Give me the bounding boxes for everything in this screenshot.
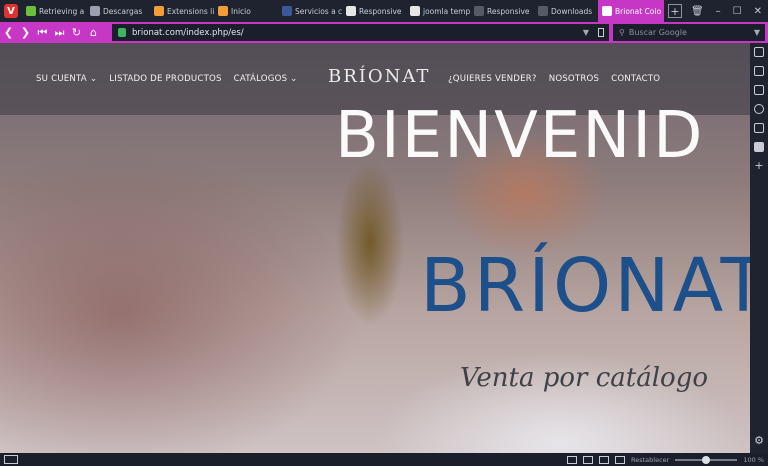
nav-listado-productos[interactable]: LISTADO DE PRODUCTOS	[109, 74, 221, 84]
brand-tagline: Venta por catálogo	[460, 363, 709, 393]
tab-list: Retrieving a Descargas Extensions li Inicio…	[22, 0, 664, 22]
tab-label: Downloads	[551, 6, 593, 16]
zoom-level: 100 %	[743, 455, 764, 464]
hero-title: BIENVENID	[335, 99, 705, 173]
site-logo[interactable]: BRÍONAT	[328, 66, 430, 87]
camera-icon[interactable]	[567, 455, 578, 464]
url-dropdown-icon[interactable]: ▼	[583, 28, 589, 37]
bookmarks-panel-icon[interactable]	[754, 47, 764, 57]
secure-lock-icon	[118, 28, 126, 37]
history-panel-icon[interactable]	[754, 104, 764, 114]
tab-label: Descargas	[103, 6, 143, 16]
tab-label: Responsive	[359, 6, 402, 16]
joomla-icon	[154, 6, 164, 16]
nav-contacto[interactable]: CONTACTO	[611, 74, 660, 84]
vivaldi-menu-button[interactable]: V	[0, 0, 22, 22]
green-globe-icon	[26, 6, 36, 16]
mountain-icon	[474, 6, 484, 16]
tab-9[interactable]: Brionat Colo	[598, 0, 664, 22]
forward-button[interactable]: ❯	[17, 22, 34, 43]
tab-8[interactable]: Downloads	[534, 0, 598, 22]
minimize-button[interactable]: –	[716, 6, 721, 17]
bookmark-icon[interactable]	[598, 28, 604, 37]
maximize-button[interactable]: ☐	[733, 6, 742, 17]
nav-nosotros[interactable]: NOSOTROS	[549, 74, 599, 84]
brand-logo: BRÍONAT	[420, 243, 750, 329]
tiling-icon[interactable]	[583, 455, 594, 464]
status-controls: Restablecer 100 %	[567, 453, 764, 466]
settings-gear-icon[interactable]: ⚙	[754, 434, 764, 447]
side-panel: + ⚙	[750, 43, 768, 453]
zoom-slider-knob[interactable]	[702, 455, 711, 464]
notes-panel-icon[interactable]	[754, 85, 764, 95]
search-icon: ⚲	[619, 28, 625, 37]
nav-su-cuenta[interactable]: SU CUENTA ⌄	[36, 74, 97, 84]
code-icon[interactable]	[615, 455, 626, 464]
nav-quieres-vender[interactable]: ¿QUIERES VENDER?	[448, 74, 537, 84]
tab-6[interactable]: joomla temp	[406, 0, 470, 22]
vivaldi-logo-icon: V	[4, 4, 18, 18]
github-icon	[410, 6, 420, 16]
tab-label: joomla temp	[423, 6, 470, 16]
rewind-button[interactable]: ⏮	[34, 22, 51, 43]
web-panel-icon[interactable]	[754, 142, 764, 152]
nav-catalogos[interactable]: CATÁLOGOS ⌄	[234, 74, 298, 84]
mountain-icon	[538, 6, 548, 16]
tab-2[interactable]: Extensions li	[150, 0, 214, 22]
url-field[interactable]: brionat.com/index.php/es/ ▼	[112, 24, 609, 41]
zoom-slider[interactable]	[675, 455, 738, 464]
tab-0[interactable]: Retrieving a	[22, 0, 86, 22]
tab-label: Servicios a co	[295, 6, 342, 16]
image-toggle-icon[interactable]	[599, 455, 610, 464]
add-panel-icon[interactable]: +	[754, 160, 764, 171]
close-button[interactable]: ✕	[754, 6, 762, 17]
site-nav-left: SU CUENTA ⌄ LISTADO DE PRODUCTOS CATÁLOG…	[36, 43, 298, 115]
tab-label: Brionat Colo	[615, 6, 662, 16]
window-panel-icon[interactable]	[754, 123, 764, 133]
downloads-panel-icon[interactable]	[754, 66, 764, 76]
fast-forward-button[interactable]: ⏭	[51, 22, 68, 43]
tab-label: Retrieving a	[39, 6, 85, 16]
tab-label: Inicio	[231, 6, 251, 16]
tab-5[interactable]: Responsive	[342, 0, 406, 22]
home-button[interactable]: ⌂	[85, 22, 102, 43]
joomla-icon	[218, 6, 228, 16]
search-engine-dropdown-icon[interactable]: ▼	[754, 28, 760, 37]
trash-icon[interactable]: 🗑	[691, 6, 704, 17]
tab-label: Extensions li	[167, 6, 214, 16]
facebook-icon	[282, 6, 292, 16]
page-content: SU CUENTA ⌄ LISTADO DE PRODUCTOS CATÁLOG…	[0, 43, 750, 453]
window-controls: 🗑 – ☐ ✕	[691, 0, 768, 22]
tab-3[interactable]: Inicio	[214, 0, 278, 22]
back-button[interactable]: ❮	[0, 22, 17, 43]
tab-label: Responsive	[487, 6, 530, 16]
tab-4[interactable]: Servicios a co	[278, 0, 342, 22]
url-text: brionat.com/index.php/es/	[132, 27, 244, 38]
tab-7[interactable]: Responsive	[470, 0, 534, 22]
new-tab-button[interactable]: +	[668, 4, 682, 18]
page-icon	[602, 6, 612, 16]
panel-toggle-icon[interactable]	[4, 455, 18, 464]
download-icon	[90, 6, 100, 16]
search-placeholder: Buscar Google	[628, 28, 687, 37]
tab-1[interactable]: Descargas	[86, 0, 150, 22]
reload-button[interactable]: ↻	[68, 22, 85, 43]
address-bar: ❮ ❯ ⏮ ⏭ ↻ ⌂ brionat.com/index.php/es/ ▼ …	[0, 22, 768, 43]
tab-bar: V Retrieving a Descargas Extensions li Inic…	[0, 0, 768, 22]
search-field[interactable]: ⚲ Buscar Google ▼	[613, 24, 765, 41]
reset-zoom-button[interactable]: Restablecer	[631, 456, 669, 464]
status-bar: Restablecer 100 %	[0, 453, 768, 466]
github-icon	[346, 6, 356, 16]
